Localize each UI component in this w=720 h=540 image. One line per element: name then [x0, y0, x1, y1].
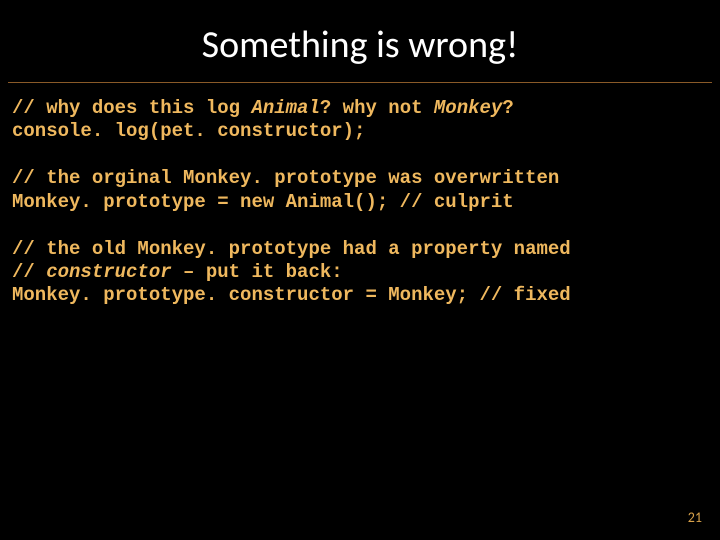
code-line: console. log(pet. constructor); [12, 120, 365, 142]
code-italic: constructor [46, 261, 171, 283]
code-text: ? why not [320, 97, 434, 119]
code-block-2: // the orginal Monkey. prototype was ove… [12, 167, 708, 213]
code-line: Monkey. prototype. constructor = Monkey;… [12, 284, 571, 306]
slide-title: Something is wrong! [0, 0, 720, 82]
code-text: ? [502, 97, 513, 119]
code-line: // the orginal Monkey. prototype was ove… [12, 167, 559, 189]
slide: Something is wrong! // why does this log… [0, 0, 720, 540]
code-italic: Monkey [434, 97, 502, 119]
code-text: // [12, 261, 46, 283]
code-line: // constructor – put it back: [12, 261, 343, 283]
code-block-1: // why does this log Animal? why not Mon… [12, 97, 708, 143]
code-text: // why does this log [12, 97, 251, 119]
page-number: 21 [688, 509, 702, 526]
code-line: // why does this log Animal? why not Mon… [12, 97, 514, 119]
code-block-3: // the old Monkey. prototype had a prope… [12, 238, 708, 308]
code-area: // why does this log Animal? why not Mon… [0, 83, 720, 307]
code-line: // the old Monkey. prototype had a prope… [12, 238, 571, 260]
code-italic: Animal [251, 97, 319, 119]
code-line: Monkey. prototype = new Animal(); // cul… [12, 191, 514, 213]
code-text: – put it back: [172, 261, 343, 283]
